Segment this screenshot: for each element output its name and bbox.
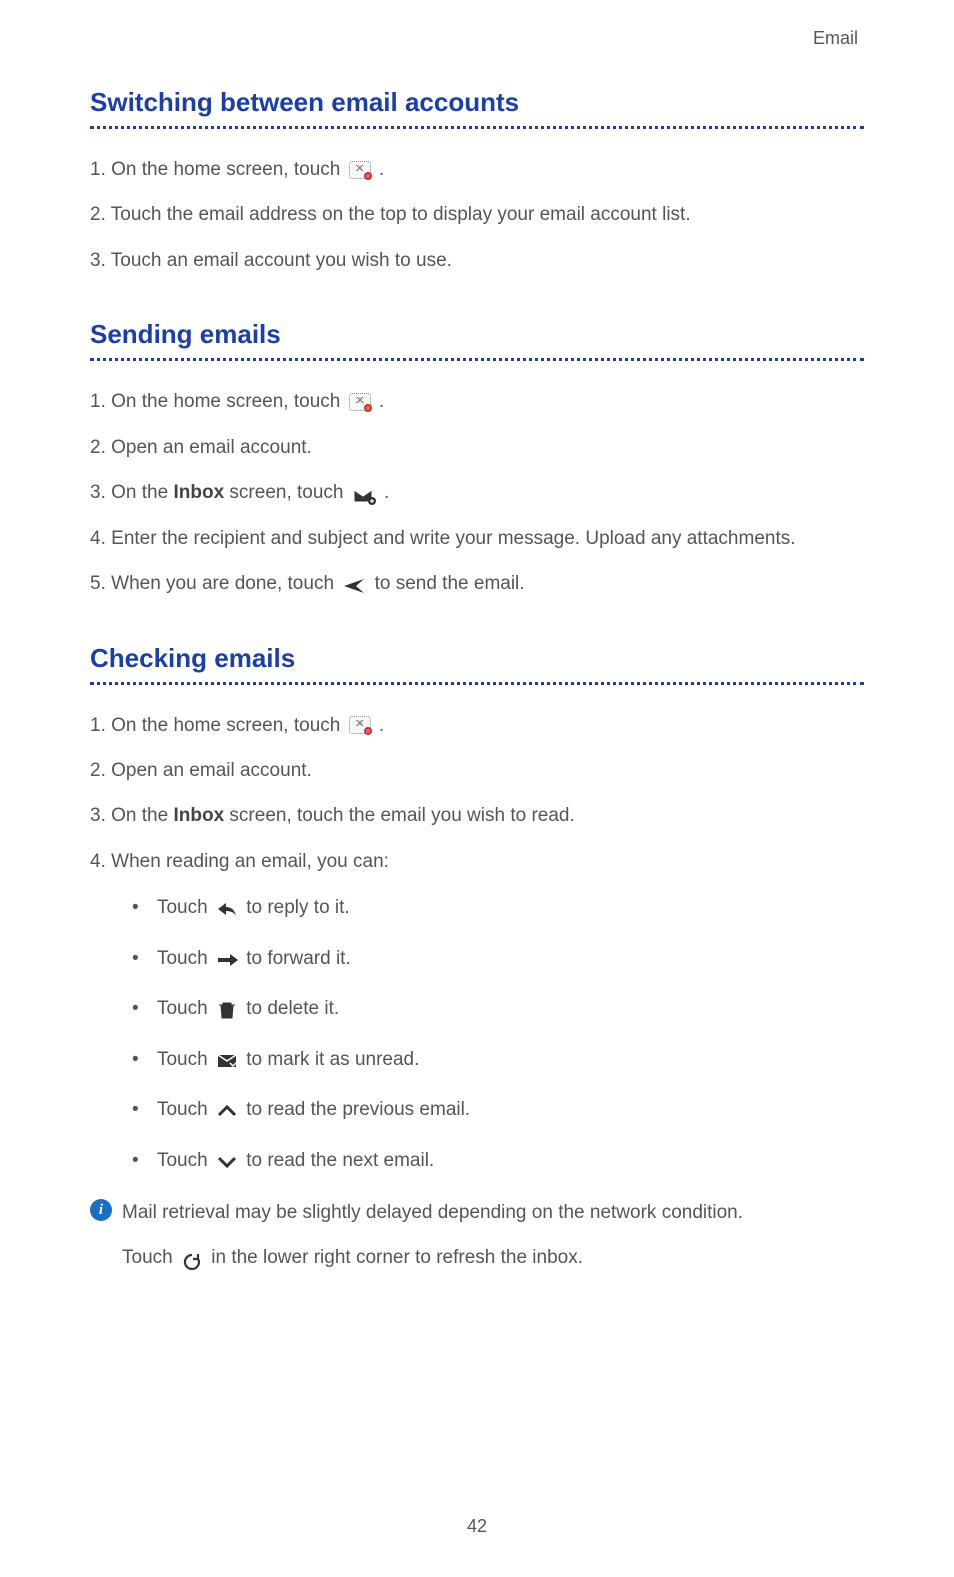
step-item: 2. Open an email account. (90, 756, 864, 785)
sub-text: Touch (157, 1150, 213, 1171)
sub-item: Touch to delete it. (132, 995, 864, 1024)
page-number: 42 (0, 1516, 954, 1537)
step-number: 5. (90, 573, 106, 594)
step-text: . (379, 715, 384, 736)
step-number: 1. (90, 391, 106, 412)
step-text: Touch the email address on the top to di… (111, 204, 691, 225)
sub-item: Touch to read the previous email. (132, 1096, 864, 1125)
sub-list: Touch to reply to it. Touch to forward i… (132, 894, 864, 1175)
sub-text: to delete it. (246, 998, 339, 1019)
email-app-icon (349, 716, 371, 734)
step-text: When reading an email, you can: (111, 851, 389, 872)
steps-list-checking: 1. On the home screen, touch . 2. Open a… (90, 711, 864, 1176)
trash-icon (216, 1000, 238, 1018)
sub-item: Touch to read the next email. (132, 1147, 864, 1176)
step-item: 3. On the Inbox screen, touch . (90, 478, 864, 507)
chevron-down-icon (216, 1152, 238, 1170)
step-number: 2. (90, 204, 106, 225)
steps-list-switching: 1. On the home screen, touch . 2. Touch … (90, 155, 864, 275)
email-app-icon (349, 161, 371, 179)
sub-text: Touch (157, 897, 213, 918)
sub-item: Touch to reply to it. (132, 894, 864, 923)
sub-text: Touch (157, 998, 213, 1019)
section-heading-switching: Switching between email accounts (90, 87, 864, 129)
forward-icon (216, 950, 238, 968)
step-item: 1. On the home screen, touch . (90, 711, 864, 740)
chevron-up-icon (216, 1101, 238, 1119)
sub-text: Touch (157, 948, 213, 969)
sub-item: Touch to mark it as unread. (132, 1046, 864, 1075)
step-text: Enter the recipient and subject and writ… (111, 528, 795, 549)
step-number: 1. (90, 715, 106, 736)
sub-text: Touch (157, 1049, 213, 1070)
step-item: 1. On the home screen, touch . (90, 155, 864, 184)
send-icon (342, 575, 366, 593)
step-text: screen, touch (229, 482, 348, 503)
section-heading-checking: Checking emails (90, 643, 864, 685)
step-number: 4. (90, 528, 106, 549)
step-text: On the (111, 805, 173, 826)
step-text: When you are done, touch (111, 573, 339, 594)
page-content: Email Switching between email accounts 1… (0, 0, 954, 1274)
step-text: screen, touch the email you wish to read… (229, 805, 574, 826)
step-text: On the home screen, touch (111, 391, 345, 412)
step-number: 2. (90, 760, 106, 781)
step-text: On the (111, 482, 173, 503)
step-item: 3. Touch an email account you wish to us… (90, 246, 864, 275)
sub-text: to read the previous email. (246, 1099, 470, 1120)
step-text: to send the email. (375, 573, 525, 594)
note-text: Touch (122, 1247, 178, 1268)
sub-text: to read the next email. (246, 1150, 434, 1171)
step-number: 3. (90, 482, 106, 503)
step-text: Open an email account. (111, 437, 312, 458)
section-heading-sending: Sending emails (90, 319, 864, 361)
step-text: Open an email account. (111, 760, 312, 781)
email-app-icon (349, 393, 371, 411)
step-number: 3. (90, 805, 106, 826)
step-item: 3. On the Inbox screen, touch the email … (90, 801, 864, 830)
step-text: Touch an email account you wish to use. (111, 250, 452, 271)
compose-icon (352, 485, 376, 501)
step-item: 2. Touch the email address on the top to… (90, 200, 864, 229)
header-category: Email (90, 28, 864, 49)
step-item: 1. On the home screen, touch . (90, 387, 864, 416)
info-note: i Mail retrieval may be slightly delayed… (90, 1197, 864, 1274)
step-number: 1. (90, 159, 106, 180)
mark-unread-icon (216, 1051, 238, 1069)
bold-term: Inbox (173, 805, 224, 826)
sub-text: to mark it as unread. (246, 1049, 419, 1070)
step-text: . (379, 391, 384, 412)
bold-term: Inbox (173, 482, 224, 503)
refresh-icon (181, 1249, 203, 1267)
note-body: Mail retrieval may be slightly delayed d… (122, 1197, 743, 1274)
step-number: 2. (90, 437, 106, 458)
step-text: On the home screen, touch (111, 715, 345, 736)
sub-item: Touch to forward it. (132, 945, 864, 974)
info-icon: i (90, 1199, 112, 1221)
step-item: 5. When you are done, touch to send the … (90, 569, 864, 598)
step-item: 4. Enter the recipient and subject and w… (90, 524, 864, 553)
step-item: 2. Open an email account. (90, 433, 864, 462)
sub-text: to forward it. (246, 948, 351, 969)
note-text: Mail retrieval may be slightly delayed d… (122, 1202, 743, 1223)
note-text: in the lower right corner to refresh the… (211, 1247, 583, 1268)
sub-text: to reply to it. (246, 897, 350, 918)
step-number: 4. (90, 851, 106, 872)
step-text: On the home screen, touch (111, 159, 345, 180)
reply-icon (216, 899, 238, 917)
step-text: . (384, 482, 389, 503)
step-text: . (379, 159, 384, 180)
steps-list-sending: 1. On the home screen, touch . 2. Open a… (90, 387, 864, 598)
step-item: 4. When reading an email, you can: Touch… (90, 847, 864, 1175)
step-number: 3. (90, 250, 106, 271)
sub-text: Touch (157, 1099, 213, 1120)
